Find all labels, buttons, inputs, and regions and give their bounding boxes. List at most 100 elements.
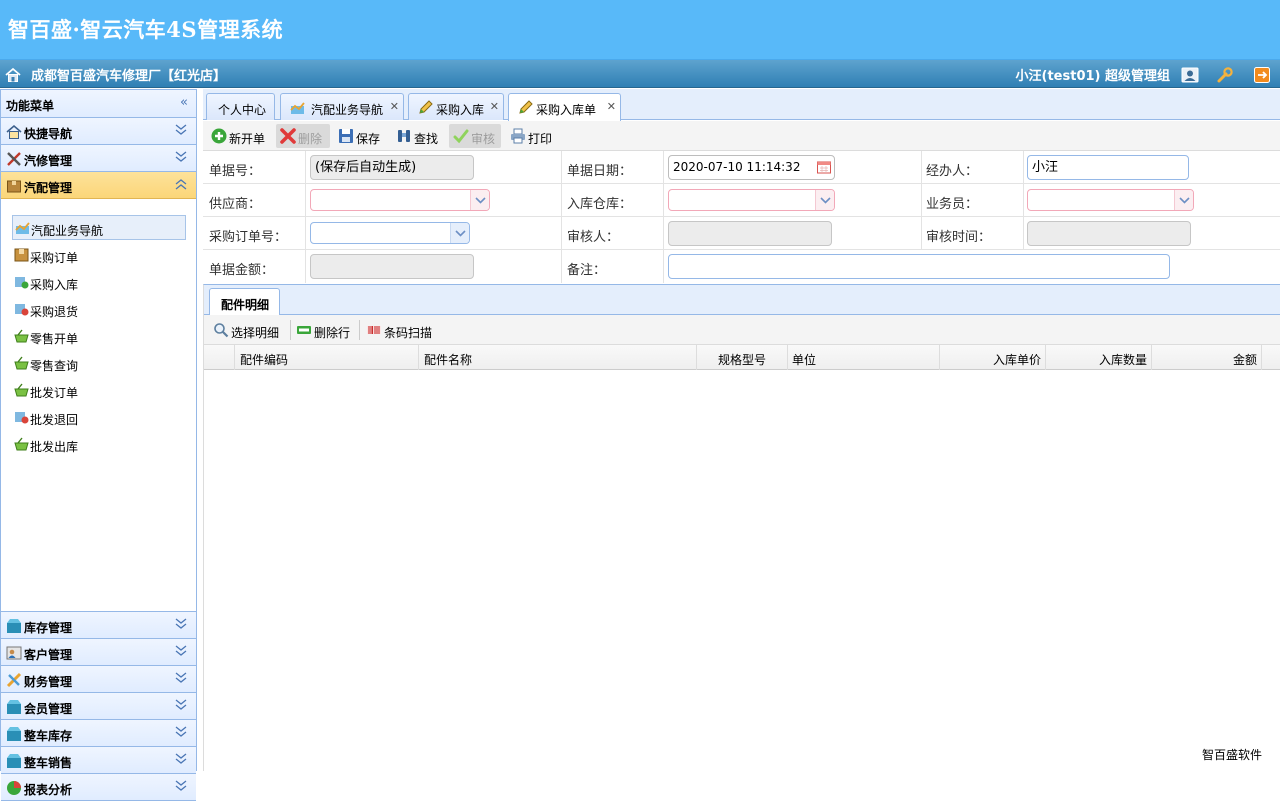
column-label: 配件名称 xyxy=(424,353,473,367)
grid-header-amount[interactable]: 金额 xyxy=(1152,345,1262,370)
finance-tools-icon xyxy=(6,672,22,688)
detail-toolbar: 选择明细 删除行 条码扫描 xyxy=(204,315,1280,345)
sidebar-item-retail-order[interactable]: 零售开单 xyxy=(12,324,186,349)
tab-purchase-inbound-form[interactable]: 采购入库单 ✕ xyxy=(508,93,621,121)
menu-section-quick-nav[interactable]: 快捷导航 xyxy=(1,118,196,145)
remark-field[interactable] xyxy=(668,254,1170,279)
sidebar-item-parts-nav[interactable]: 汽配业务导航 xyxy=(12,215,186,240)
menu-section-parts[interactable]: 汽配管理 xyxy=(1,172,196,199)
select-detail-button[interactable]: 选择明细 xyxy=(209,318,287,342)
audit-time-field xyxy=(1027,221,1191,246)
cell-divider xyxy=(1023,151,1024,184)
audit-button[interactable]: 审核 xyxy=(449,124,501,148)
home-icon[interactable] xyxy=(4,66,22,84)
tab-parts-nav[interactable]: 汽配业务导航 ✕ xyxy=(280,93,404,120)
sidebar-item-wholesale-order[interactable]: 批发订单 xyxy=(12,378,186,403)
po-no-select[interactable] xyxy=(310,222,470,244)
grid-header-part-name[interactable]: 配件名称 xyxy=(419,345,697,370)
sidebar-collapse-icon[interactable]: « xyxy=(180,95,188,110)
close-icon[interactable]: ✕ xyxy=(390,100,399,113)
menu-section-label: 汽配管理 xyxy=(24,181,73,195)
sidebar-item-purchase-order[interactable]: 采购订单 xyxy=(12,243,186,268)
tab-purchase-inbound[interactable]: 采购入库 ✕ xyxy=(408,93,504,120)
chevron-down-icon xyxy=(455,230,466,237)
calendar-icon[interactable] xyxy=(816,159,832,175)
sidebar-item-label: 采购入库 xyxy=(30,278,79,292)
menu-section-finance[interactable]: 财务管理 xyxy=(1,666,196,693)
menu-section-label: 汽修管理 xyxy=(24,154,73,168)
form-row: 供应商： 入库仓库： 业务员： xyxy=(203,184,1280,217)
cell-divider xyxy=(561,217,562,250)
sidebar-item-purchase-inbound[interactable]: 采购入库 xyxy=(12,270,186,295)
amount-field xyxy=(310,254,474,279)
grid-header-part-code[interactable]: 配件编码 xyxy=(235,345,419,370)
find-button[interactable]: 查找 xyxy=(392,124,444,148)
cell-divider xyxy=(663,151,664,184)
menu-section-repair[interactable]: 汽修管理 xyxy=(1,145,196,172)
menu-section-members[interactable]: 会员管理 xyxy=(1,693,196,720)
sidebar-item-label: 汽配业务导航 xyxy=(31,224,104,238)
save-button[interactable]: 保存 xyxy=(334,124,386,148)
menu-section-reports[interactable]: 报表分析 xyxy=(1,774,196,801)
dropdown-arrow[interactable] xyxy=(470,190,489,210)
handler-field[interactable]: 小汪 xyxy=(1027,155,1189,180)
tab-personal-center[interactable]: 个人中心 xyxy=(206,93,275,120)
form-row: 采购订单号： 审核人： 审核时间： xyxy=(203,217,1280,250)
tab-parts-detail[interactable]: 配件明细 xyxy=(209,288,280,316)
cell-divider xyxy=(561,250,562,283)
sidebar-item-retail-query[interactable]: 零售查询 xyxy=(12,351,186,376)
sidebar-item-label: 零售查询 xyxy=(30,359,79,373)
doc-no-field: (保存后自动生成) xyxy=(310,155,474,180)
basket-icon xyxy=(14,329,29,343)
inventory-icon xyxy=(7,727,21,741)
sidebar-item-wholesale-return[interactable]: 批发退回 xyxy=(12,405,186,430)
doc-date-field[interactable]: 2020-07-10 11:14:32 xyxy=(668,155,835,180)
dropdown-arrow[interactable] xyxy=(450,223,469,243)
menu-section-customers[interactable]: 客户管理 xyxy=(1,639,196,666)
settings-wrench-icon[interactable] xyxy=(1216,66,1234,84)
dropdown-arrow[interactable] xyxy=(815,190,834,210)
button-label: 新开单 xyxy=(229,132,266,146)
print-button[interactable]: 打印 xyxy=(506,124,558,148)
pie-chart-icon xyxy=(7,781,21,795)
button-label: 选择明细 xyxy=(231,326,280,340)
menu-section-inventory[interactable]: 库存管理 xyxy=(1,612,196,639)
column-label: 入库数量 xyxy=(1098,353,1147,367)
menu-section-label: 整车库存 xyxy=(24,729,73,743)
close-icon[interactable]: ✕ xyxy=(490,100,499,113)
return-icon xyxy=(15,304,29,316)
logout-icon[interactable] xyxy=(1253,66,1271,84)
grid-header-quantity[interactable]: 入库数量 xyxy=(1046,345,1152,370)
sidebar-item-label: 批发退回 xyxy=(30,413,79,427)
chevron-down-icon xyxy=(475,197,486,204)
tools-icon xyxy=(7,152,21,166)
footer-brand: 智百盛软件 xyxy=(1201,748,1262,762)
sidebar-item-label: 批发出库 xyxy=(30,440,79,454)
order-form: 单据号： (保存后自动生成) 单据日期： 2020-07-10 11:14:32… xyxy=(203,151,1280,284)
tab-label: 配件明细 xyxy=(221,298,270,312)
user-profile-icon[interactable] xyxy=(1181,66,1199,84)
salesman-select[interactable] xyxy=(1027,189,1194,211)
barcode-scan-button[interactable]: 条码扫描 xyxy=(362,318,440,342)
parts-box-icon xyxy=(7,180,21,193)
grid-header-unit-price[interactable]: 入库单价 xyxy=(940,345,1046,370)
delete-button[interactable]: 删除 xyxy=(276,124,330,148)
delete-row-button[interactable]: 删除行 xyxy=(292,318,356,342)
supplier-select[interactable] xyxy=(310,189,490,211)
grid-header-unit[interactable]: 单位 xyxy=(788,345,940,370)
tab-label: 采购入库单 xyxy=(536,103,597,117)
close-icon[interactable]: ✕ xyxy=(607,100,616,113)
dropdown-arrow[interactable] xyxy=(1174,190,1193,210)
sidebar-item-wholesale-outbound[interactable]: 批发出库 xyxy=(12,432,186,457)
column-label: 金额 xyxy=(1232,353,1257,367)
warehouse-select[interactable] xyxy=(668,189,835,211)
grid-header-spec[interactable]: 规格型号 xyxy=(697,345,788,370)
new-order-button[interactable]: 新开单 xyxy=(207,124,271,148)
barcode-icon xyxy=(367,326,381,334)
menu-section-vehicle-stock[interactable]: 整车库存 xyxy=(1,720,196,747)
menu-section-vehicle-sales[interactable]: 整车销售 xyxy=(1,747,196,774)
sidebar-item-purchase-return[interactable]: 采购退货 xyxy=(12,297,186,322)
button-label: 删除 xyxy=(298,132,323,146)
inventory-icon xyxy=(7,619,21,633)
button-label: 删除行 xyxy=(314,326,351,340)
